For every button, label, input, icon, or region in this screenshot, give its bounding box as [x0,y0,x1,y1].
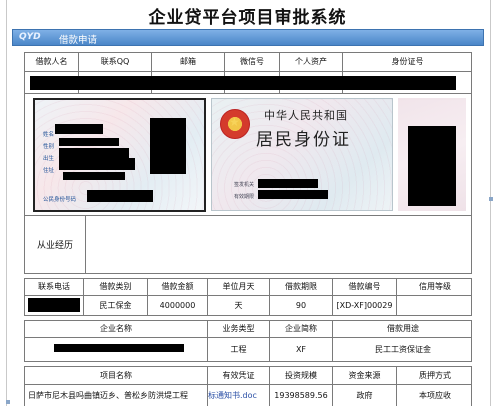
table-border [24,366,472,367]
table-border [24,278,472,279]
header-credit-level: 信用等级 [419,282,451,291]
experience-row: 从业经历 [24,215,472,273]
loan-unit-value: 天 [234,300,243,310]
credit-level-value [397,295,473,315]
redacted-portrait [408,126,456,206]
header-pledge-method: 质押方式 [419,370,451,380]
project-header-row: 项目名称 有效凭证 投资规模 资金来源 质押方式 [24,366,472,384]
loan-amount-value: 4000000 [159,300,196,310]
panel-header: QYD 借款申请 [12,29,484,46]
header-project-name: 项目名称 [100,370,132,380]
borrower-header-row: 借款人名 联系QQ 邮箱 微信号 个人资产 身份证号 [24,52,472,71]
header-voucher: 有效凭证 [222,370,255,380]
page-title: 企业贷平台项目审批系统 [148,8,347,28]
header-phone: 联系电话 [38,282,70,291]
voucher-file-link[interactable]: 标通知书.doc [208,384,269,406]
id-card-side-image[interactable] [398,98,466,211]
redacted-borrower-info [30,76,456,90]
table-border [24,320,472,321]
header-fund-source: 资金来源 [348,370,381,380]
table-border [24,361,472,362]
company-header-row: 企业名称 业务类型 企业简称 借款用途 [24,320,472,337]
header-company-name: 企业名称 [100,324,132,333]
redacted-company-name [54,344,184,352]
header-business-type: 业务类型 [222,324,255,333]
header-unit: 单位月天 [222,282,255,291]
header-qq: 联系QQ [100,57,130,66]
company-short-value: XF [295,344,307,354]
header-loan-purpose: 借款用途 [387,324,419,333]
loan-number-value: [XD-XF]00029 [336,300,393,310]
header-borrower-name: 借款人名 [35,57,68,66]
header-loan-amount: 借款金额 [161,282,194,291]
header-loan-term: 借款期限 [285,282,317,291]
loan-term-value: 90 [295,300,307,310]
loan-category-value: 民工保金 [99,300,132,310]
panel-code: QYD [19,32,41,42]
table-border [24,315,472,316]
header-invest-scale: 投资规模 [285,370,317,380]
header-assets: 个人资产 [295,57,327,66]
experience-label: 从业经历 [36,240,73,251]
loan-purpose-value: 民工工资保证金 [375,344,431,354]
id-card-title-text: 居民身份证 [256,130,351,150]
project-data-row: 日萨市尼木县吗曲镇迈乡、普松乡防洪堤工程 标通知书.doc 19398589.5… [24,384,472,406]
header-loan-category: 借款类别 [99,282,132,291]
invest-scale-value: 19398589.56 [274,390,328,400]
header-company-short: 企业简称 [285,324,317,333]
id-card-back-image[interactable]: 中华人民共和国 居民身份证 签发机关 有效期限 [211,98,393,211]
pledge-method-value: 本项应收 [419,390,451,400]
project-name-value: 日萨市尼木县吗曲镇迈乡、普松乡防洪堤工程 [28,390,188,400]
table-border [24,273,472,274]
fund-source-value: 政府 [356,390,373,400]
header-loan-number: 借款编号 [348,282,381,291]
redacted-portrait [150,118,186,174]
national-emblem-icon [220,109,250,139]
frame-corner-marker [6,400,10,404]
id-card-front-image[interactable]: 姓名 性别 出生 住址 公民身份号码 [33,98,206,212]
header-id-number: 身份证号 [391,57,424,66]
loan-header-row: 联系电话 借款类别 借款金额 单位月天 借款期限 借款编号 信用等级 [24,278,472,295]
business-type-value: 工程 [230,344,247,354]
header-email: 邮箱 [180,57,196,66]
panel-title: 借款申请 [59,35,98,46]
frame-corner-marker [489,197,493,201]
header-wechat: 微信号 [240,57,264,66]
loan-data-row: 民工保金 4000000 天 90 [XD-XF]00029 [24,295,472,315]
id-country-text: 中华人民共和国 [264,109,348,122]
redacted-phone [28,298,80,312]
